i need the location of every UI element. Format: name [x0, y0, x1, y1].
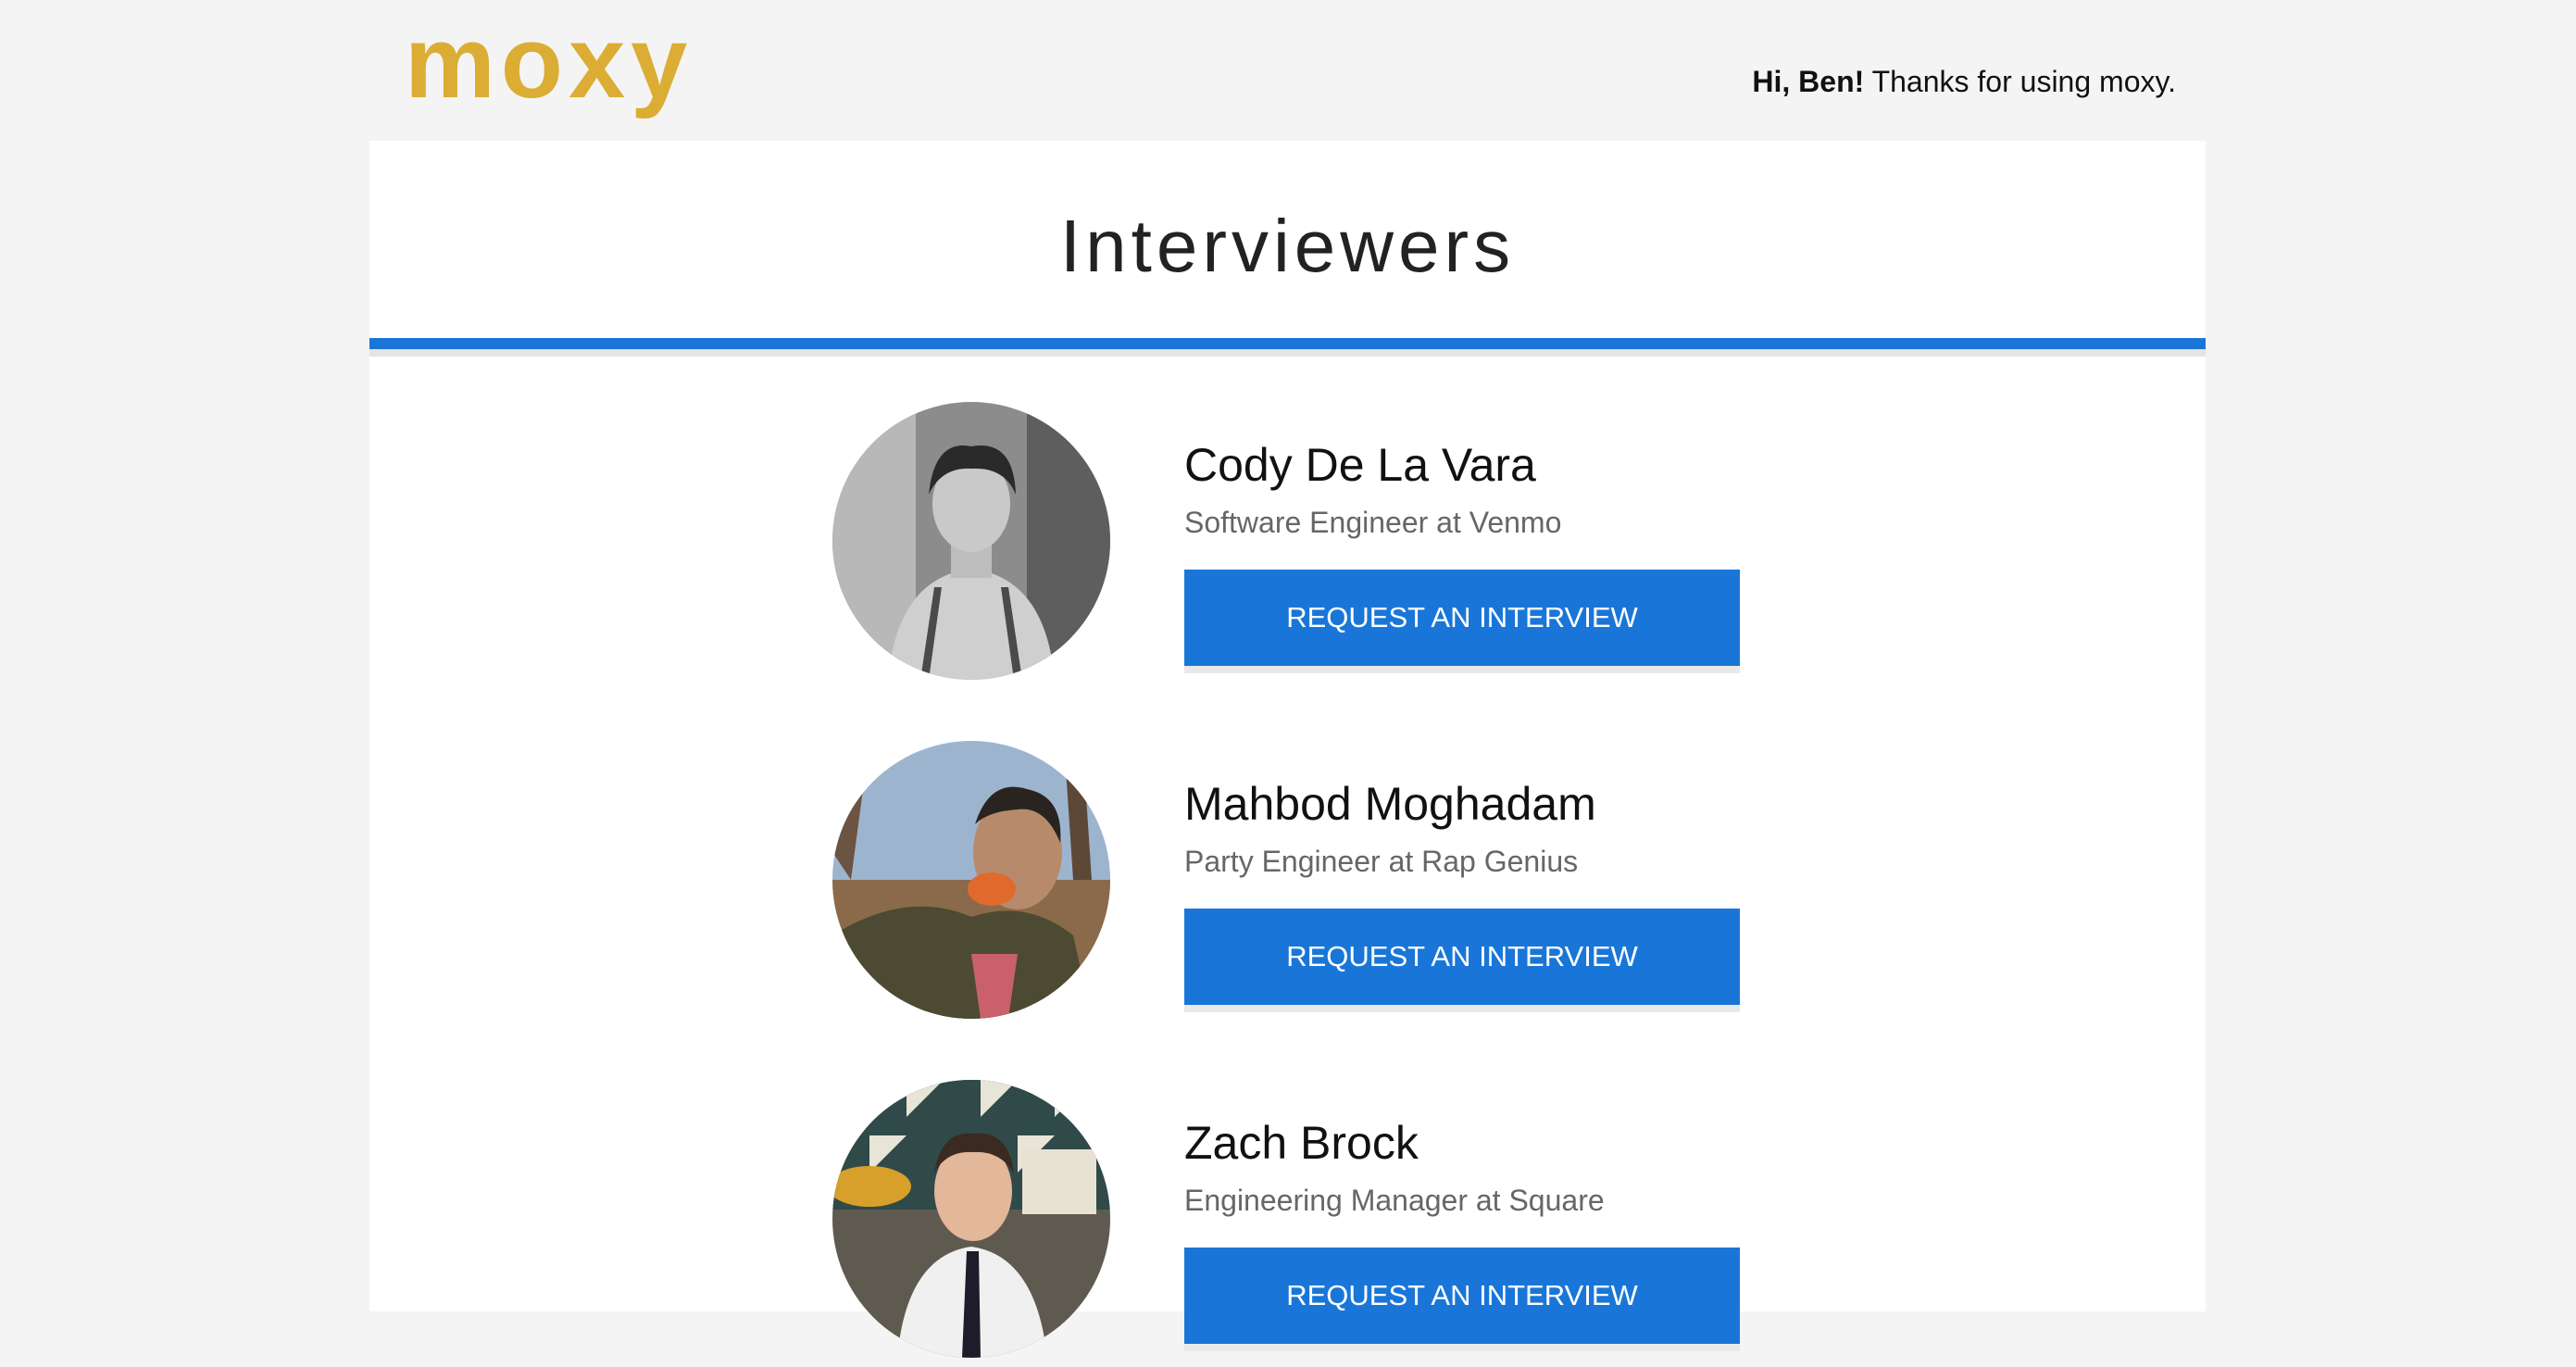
- interviewer-name: Cody De La Vara: [1184, 439, 1536, 491]
- logo[interactable]: moxy: [405, 2, 693, 124]
- greeting-text: Thanks for using moxy.: [1864, 65, 2176, 98]
- interviewer-card: Cody De La Vara Software Engineer at Ven…: [832, 402, 1869, 689]
- interviewer-role: Party Engineer at Rap Genius: [1184, 845, 1579, 878]
- avatar: [832, 402, 1110, 680]
- main-panel: Interviewers Cody De La Vara Software En…: [369, 141, 2206, 1358]
- interviewer-role: Software Engineer at Venmo: [1184, 506, 1562, 539]
- interviewer-card: Mahbod Moghadam Party Engineer at Rap Ge…: [832, 741, 1869, 1028]
- request-interview-button[interactable]: REQUEST AN INTERVIEW: [1184, 1248, 1740, 1344]
- interviewer-card: Zach Brock Engineering Manager at Square…: [832, 1080, 1869, 1367]
- avatar: [832, 1080, 1110, 1358]
- title-divider: [369, 338, 2206, 357]
- page-title: Interviewers: [1059, 205, 1516, 287]
- interviewer-name: Zach Brock: [1184, 1117, 1419, 1169]
- greeting-name: Hi, Ben!: [1752, 65, 1865, 98]
- avatar: [832, 741, 1110, 1019]
- interviewer-role: Engineering Manager at Square: [1184, 1184, 1605, 1217]
- request-interview-button[interactable]: REQUEST AN INTERVIEW: [1184, 570, 1740, 666]
- greeting: Hi, Ben! Thanks for using moxy.: [1752, 63, 2176, 100]
- request-interview-button[interactable]: REQUEST AN INTERVIEW: [1184, 909, 1740, 1005]
- interviewer-name: Mahbod Moghadam: [1184, 778, 1596, 830]
